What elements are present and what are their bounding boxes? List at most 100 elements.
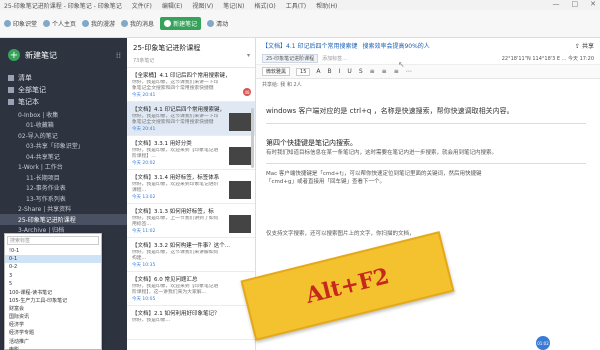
menu-help[interactable]: 帮助(H) <box>316 1 337 10</box>
tag-option[interactable]: 100-课程-读书笔记 <box>5 288 101 296</box>
toolbar-button-0[interactable]: 印象识堂 <box>4 19 37 28</box>
paragraph: 「cmd+g」或者直接用「回车键」查看下一个。 <box>266 179 385 185</box>
message-icon <box>121 20 129 27</box>
tag-option[interactable]: 国际资讯 <box>5 313 101 321</box>
minimize-button[interactable]: — <box>553 0 560 8</box>
grid-icon[interactable]: ⁞⁞ <box>116 51 121 60</box>
share-info-row: 共享给: 我 和 2人 <box>256 79 600 89</box>
notebook-item[interactable]: 03-共享「印象识堂」 <box>0 141 127 152</box>
notebook-item[interactable]: 1-Work | 工作台 <box>0 162 127 173</box>
menu-note[interactable]: 笔记(N) <box>223 1 244 10</box>
toolbar-button-1[interactable]: 个人主页 <box>43 19 76 28</box>
shortcut-banner-text: Alt+F2 <box>303 263 392 309</box>
note-title: 【文档】3.1.3 如何用好标签，标 <box>132 209 214 215</box>
notebook-title: 25-印象笔记进阶课程 <box>133 44 201 52</box>
note-list-item[interactable]: 【文档】6.0 常见问题汇总 你好，我是印象，欢迎来到【印象笔记进阶课程】，这一讲… <box>127 272 255 306</box>
new-note-button[interactable]: + 新建笔记 ⁞⁞ <box>0 38 127 72</box>
note-list-item[interactable]: 【文档】3.1.4 用好标签，标签体系 你好，我是印象，欢迎来到印象笔记进阶课程.… <box>127 170 255 204</box>
notebook-item[interactable]: 12-事务作业表 <box>0 183 127 194</box>
tag-option[interactable]: !0-1 <box>5 247 101 255</box>
mouse-cursor-icon: ↖ <box>398 60 405 69</box>
window-title: 25-印象笔记进阶课程 - 印象笔记 - 印象笔记 <box>4 2 122 10</box>
format-button[interactable]: B <box>328 68 332 75</box>
notebook-item[interactable]: 04-共享笔记 <box>0 151 127 162</box>
notebook-item[interactable]: 0-Inbox | 收集 <box>0 109 127 120</box>
notebook-item[interactable]: 13-写作系列表 <box>0 193 127 204</box>
note-list-item[interactable]: 【文档】2.1 如何利用好印象笔记？ 你好，我是印象... <box>127 306 255 340</box>
tag-option[interactable]: 0-2 <box>5 263 101 271</box>
note-title: 【文档】4.1 印记后四个常用搜索键， <box>132 107 225 113</box>
sidebar-item-label: 全部笔记 <box>18 86 46 94</box>
sidebar-item-label: 笔记本 <box>18 98 39 106</box>
toolbar-button-label: 印象识堂 <box>13 21 38 28</box>
format-button[interactable]: ≡ <box>382 68 387 75</box>
sidebar-item-2[interactable]: 笔记本 <box>0 96 127 108</box>
add-tag-field[interactable]: 添加标签... <box>322 55 347 62</box>
format-button[interactable]: S <box>359 68 363 75</box>
tag-option[interactable]: 经济学 <box>5 321 101 329</box>
tag-option[interactable]: 财富会 <box>5 304 101 312</box>
notebook-item[interactable]: 2-Share | 共享资料 <box>0 204 127 215</box>
note-snippet: 你好，我是印象，上一节我们讲到了如何用标签... <box>132 216 219 227</box>
note-list-item[interactable]: 【文档】3.1.3 如何用好标签，标 你好，我是印象，上一节我们讲到了如何用标签.… <box>127 204 255 238</box>
note-title-keyword: 搜索效率会提高90%的人 <box>362 42 430 50</box>
note-list-panel: 25-印象笔记进阶课程 73条笔记 ▾ 【全家桶】4.1 印记后四个常用搜索键，… <box>127 38 256 350</box>
font-family-select[interactable]: 微软雅黑 <box>262 67 291 76</box>
share-icon: ⇪ <box>575 42 581 50</box>
toolbar-button-2[interactable]: 我的漫游 <box>82 19 115 28</box>
menu-view[interactable]: 视图(V) <box>192 1 213 10</box>
share-button[interactable]: ⇪ 共享 <box>575 41 594 50</box>
notebook-item[interactable]: 01-收藏箱 <box>0 120 127 131</box>
share-label: 共享 <box>581 42 594 50</box>
sort-dropdown-icon[interactable]: ▾ <box>247 52 250 59</box>
note-list-item[interactable]: 【文档】4.1 印记后四个常用搜索键， 你好，我是印象，这节课我们来讲一下印象笔记… <box>127 102 255 136</box>
paragraph-separator <box>266 123 586 124</box>
toolbar-button-3[interactable]: 我的消息 <box>121 19 154 28</box>
note-title-field[interactable]: 【文档】4.1 印记后四个常用搜索键 <box>262 41 357 50</box>
format-button[interactable]: ≡ <box>370 68 375 75</box>
paragraph: 有时我们知道目标信息在某一条笔记内，这时需要在笔记内进一步搜索，就会用到笔记内搜… <box>266 150 498 156</box>
note-list-item[interactable]: 【文档】3.3.1 用好分类 你好，我是印象，欢迎来到【印象笔记进阶课程】... 今… <box>127 136 255 170</box>
tag-search-input[interactable]: 搜索标签 <box>7 236 99 245</box>
note-list-scrollbar[interactable] <box>251 108 254 168</box>
notebook-item[interactable]: 11-长期项目 <box>0 172 127 183</box>
toolbar-button-4[interactable]: 新建笔记 <box>160 17 202 30</box>
note-date: 今天 10:35 <box>132 263 156 268</box>
note-thumbnail <box>229 147 251 165</box>
menu-tools[interactable]: 工具(T) <box>286 1 306 10</box>
font-size-select[interactable]: 15 <box>296 67 311 76</box>
user-icon <box>43 20 51 27</box>
format-button[interactable]: U <box>347 68 351 75</box>
tag-option[interactable]: 活动推广 <box>5 337 101 345</box>
notebook-item[interactable]: 02-导入的笔记 <box>0 130 127 141</box>
menu-bar: 文件(F) 编辑(E) 视图(V) 笔记(N) 格式(O) 工具(T) 帮助(H… <box>132 1 338 10</box>
toolbar-button-5[interactable]: 清动 <box>207 19 228 28</box>
note-list-item[interactable]: 【文档】3.3.2 如何构建一件事？这个... 你好，我是印象，这节课我们来讲解如… <box>127 238 255 272</box>
tag-option[interactable]: 105-生产力工具-印象笔记 <box>5 296 101 304</box>
format-button[interactable]: ≡ <box>394 68 399 75</box>
toolbar-button-label: 新建笔记 <box>173 21 198 28</box>
new-note-label: 新建笔记 <box>25 50 57 60</box>
tag-option[interactable]: 0-1 <box>5 255 101 264</box>
close-button[interactable]: ✕ <box>590 0 596 8</box>
tag-option[interactable]: 3 <box>5 272 101 280</box>
format-button[interactable]: A <box>316 68 320 75</box>
tag-option[interactable]: 经济学专题 <box>5 329 101 337</box>
tag-option[interactable]: 电影 <box>5 345 101 350</box>
toolbar-button-label: 个人主页 <box>52 21 77 28</box>
tag-option[interactable]: 5 <box>5 280 101 288</box>
sidebar-item-0[interactable]: 清单 <box>0 72 127 84</box>
format-button[interactable]: I <box>339 68 341 75</box>
menu-format[interactable]: 格式(O) <box>254 1 275 10</box>
format-button[interactable]: ⋯ <box>406 68 412 75</box>
note-meta: 22°18'11"N 114°18'3 E ... 今天 17:20 <box>501 55 594 62</box>
note-title: 【文档】3.1.4 用好标签，标签体系 <box>132 175 220 181</box>
sidebar-item-1[interactable]: 全部笔记 <box>0 84 127 96</box>
notebook-item[interactable]: 25-印象笔记进阶课程 <box>0 214 127 225</box>
maximize-button[interactable]: □ <box>572 0 579 8</box>
note-title: 【文档】6.0 常见问题汇总 <box>132 277 198 283</box>
menu-edit[interactable]: 编辑(E) <box>162 1 182 10</box>
note-list-item[interactable]: 【全家桶】4.1 印记后四个常用搜索键， 你好，我是印象，这节课我们来讲一下印象笔… <box>127 68 255 102</box>
menu-file[interactable]: 文件(F) <box>132 1 152 10</box>
notebook-chip[interactable]: 25-印象笔记进阶课程 <box>262 53 319 63</box>
